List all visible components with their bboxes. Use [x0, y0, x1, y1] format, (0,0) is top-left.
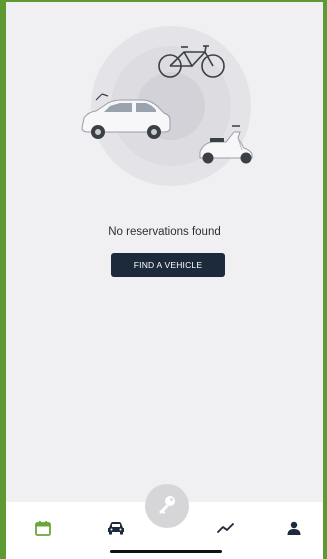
calendar-icon [35, 520, 51, 536]
car-icon [107, 521, 125, 535]
tab-activity[interactable] [211, 516, 241, 540]
key-button[interactable] [145, 484, 189, 528]
bottom-tab-bar [6, 484, 323, 559]
empty-state-message: No reservations found [108, 226, 221, 238]
tab-reservations[interactable] [28, 516, 58, 540]
tab-profile[interactable] [279, 516, 309, 540]
empty-state-illustration [74, 24, 268, 188]
person-icon [287, 521, 301, 535]
trend-chart-icon [217, 522, 235, 534]
tab-vehicles[interactable] [101, 516, 131, 540]
find-vehicle-button[interactable]: FIND A VEHICLE [111, 253, 225, 277]
home-indicator [110, 550, 222, 553]
app-screen: No reservations found FIND A VEHICLE [6, 2, 323, 559]
key-icon [156, 493, 178, 520]
